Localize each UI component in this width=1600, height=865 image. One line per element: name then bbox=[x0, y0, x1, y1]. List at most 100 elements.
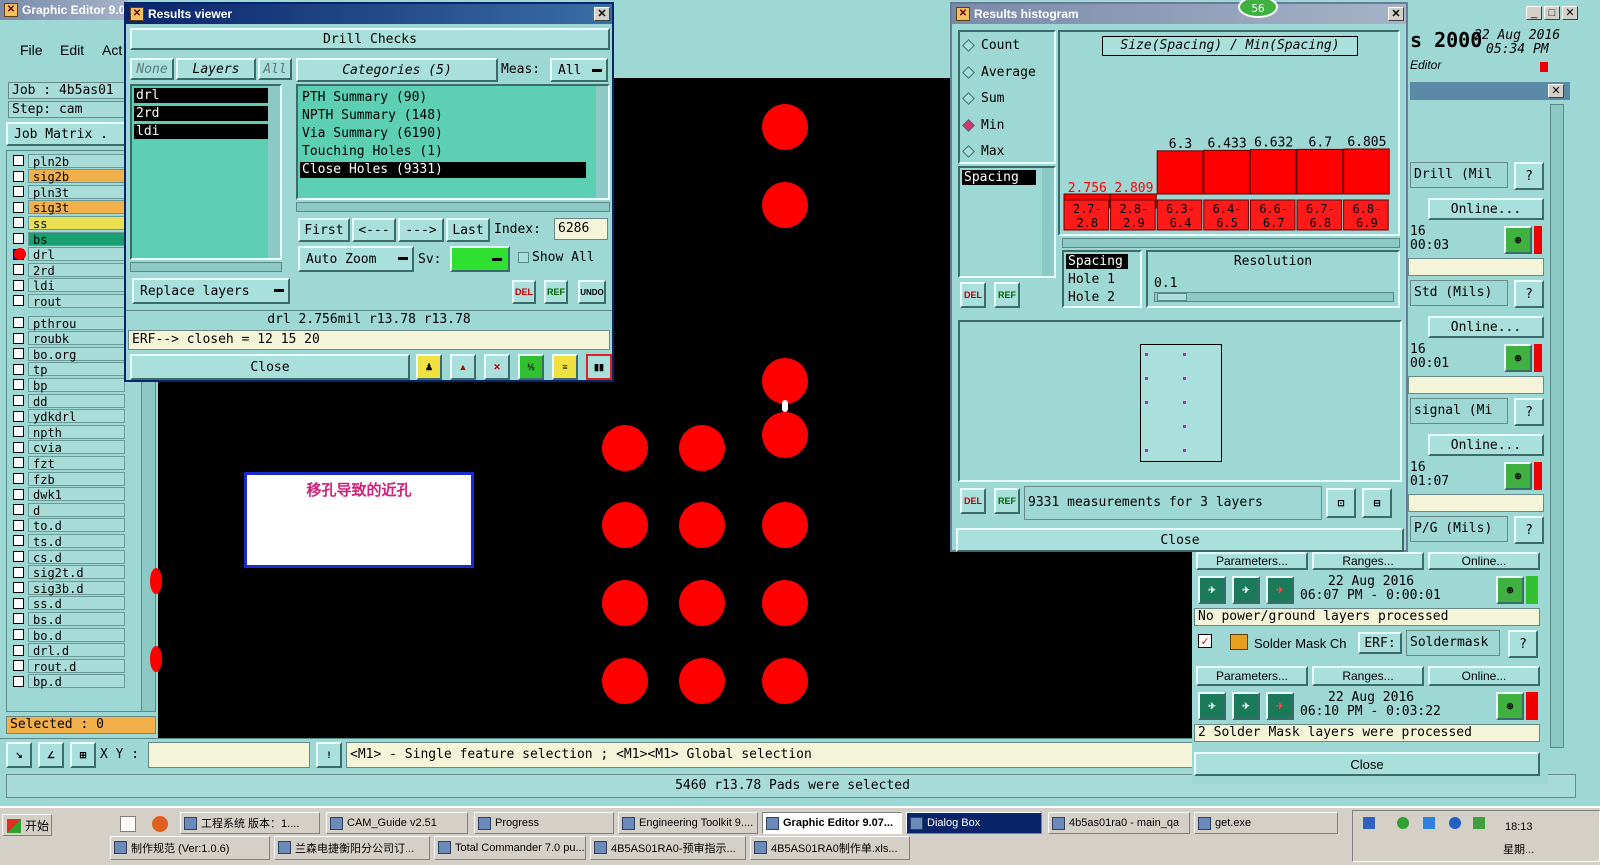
task-item[interactable]: CAM_Guide v2.51 bbox=[326, 812, 468, 834]
ref-icon[interactable]: REF bbox=[994, 282, 1020, 308]
layer-name[interactable]: ts.d bbox=[28, 533, 125, 549]
parameters-button[interactable]: Parameters... bbox=[1196, 666, 1308, 686]
layer-name[interactable]: ldi bbox=[28, 278, 125, 293]
layer-row[interactable]: rout.d bbox=[9, 658, 125, 674]
start-button[interactable]: 开始 bbox=[2, 814, 52, 836]
layer-name[interactable]: to.d bbox=[28, 518, 125, 533]
layer-checkbox[interactable] bbox=[13, 473, 24, 484]
category-item[interactable]: PTH Summary (90) bbox=[300, 90, 586, 106]
category-item[interactable]: Close Holes (9331) bbox=[300, 162, 586, 178]
zoom-to-icon[interactable]: ⊡ bbox=[1326, 488, 1356, 518]
task-item-active[interactable]: Graphic Editor 9.07... bbox=[762, 812, 902, 834]
histogram-bar[interactable] bbox=[1249, 149, 1297, 195]
layer-name[interactable]: bs bbox=[28, 231, 125, 247]
grid-tool-icon[interactable]: ⊞ bbox=[70, 742, 96, 768]
histogram-bar[interactable] bbox=[1156, 150, 1204, 195]
layer-name[interactable]: sig3b.d bbox=[28, 580, 125, 596]
layer-checkbox[interactable] bbox=[13, 410, 24, 422]
meas-dropdown[interactable]: All bbox=[550, 58, 608, 82]
drill-hole[interactable] bbox=[762, 412, 808, 458]
layer-name[interactable]: tp bbox=[28, 362, 125, 377]
zoom-icon[interactable]: ⊕ bbox=[1496, 692, 1524, 720]
close-icon[interactable]: ✕ bbox=[594, 7, 610, 21]
layer-row[interactable]: drl.d bbox=[9, 643, 125, 658]
layer-name[interactable]: bs.d bbox=[28, 611, 125, 627]
mode-radio-sum[interactable]: Sum bbox=[962, 91, 1004, 106]
layer-checkbox[interactable] bbox=[13, 566, 24, 578]
layer-name[interactable]: npth bbox=[28, 424, 125, 440]
layer-checkbox[interactable] bbox=[13, 597, 24, 609]
layer-row[interactable]: ss.d bbox=[9, 596, 125, 611]
ranges-button[interactable]: Ranges... bbox=[1312, 552, 1424, 570]
layer-checkbox[interactable] bbox=[13, 201, 24, 213]
layer-row[interactable]: ldi bbox=[9, 278, 125, 293]
menu-file[interactable]: File bbox=[20, 42, 43, 58]
filter-layers-button[interactable]: Layers bbox=[176, 58, 256, 80]
layer-row[interactable]: bo.d bbox=[9, 627, 125, 643]
run-all-icon[interactable]: ✈ bbox=[1232, 692, 1260, 720]
layer-name[interactable]: sig2b bbox=[28, 169, 125, 184]
tray-icon[interactable] bbox=[1363, 817, 1375, 829]
drill-hole[interactable] bbox=[602, 580, 648, 626]
layer-checkbox[interactable] bbox=[13, 264, 24, 276]
layer-checkbox[interactable] bbox=[13, 279, 24, 291]
mode-radio-max[interactable]: Max bbox=[962, 144, 1004, 159]
layer-checkbox[interactable] bbox=[13, 582, 24, 594]
filter-all-button[interactable]: All bbox=[258, 58, 292, 80]
task-item[interactable]: 4B5AS01RA0-预审指示... bbox=[590, 836, 746, 860]
layer-checkbox[interactable] bbox=[13, 457, 24, 469]
alert-icon[interactable]: ! bbox=[316, 742, 342, 768]
task-item[interactable]: 4b5as01ra0 - main_qa bbox=[1048, 812, 1190, 834]
next-button[interactable]: ---> bbox=[398, 218, 444, 242]
layer-name[interactable]: ss bbox=[28, 215, 125, 231]
prev-button[interactable]: <--- bbox=[352, 218, 396, 242]
auto-zoom-dropdown[interactable]: Auto Zoom bbox=[298, 246, 414, 272]
task-item[interactable]: 兰森电捷衡阳分公司订... bbox=[274, 836, 430, 860]
layer-checkbox[interactable] bbox=[13, 217, 24, 229]
layer-row[interactable]: npth bbox=[9, 424, 125, 440]
last-button[interactable]: Last bbox=[446, 218, 490, 242]
drill-hole[interactable] bbox=[762, 502, 808, 548]
close-icon[interactable]: ✕ bbox=[1388, 7, 1404, 21]
zoom-out-icon[interactable]: ⊟ bbox=[1362, 488, 1392, 518]
measure-tool-icon[interactable]: ∠ bbox=[38, 742, 64, 768]
layer-name[interactable]: sig3t bbox=[28, 200, 125, 215]
resolution-slider-thumb[interactable] bbox=[1157, 293, 1187, 301]
maximize-icon[interactable]: □ bbox=[1544, 6, 1560, 20]
sm-checkbox[interactable]: ✓ bbox=[1198, 634, 1212, 648]
layer-row[interactable]: to.d bbox=[9, 518, 125, 533]
layer-name[interactable]: cs.d bbox=[28, 549, 125, 565]
measure-list-scrollbar[interactable] bbox=[1042, 168, 1054, 276]
layer-name[interactable]: drl.d bbox=[28, 643, 125, 658]
task-item[interactable]: Dialog Box bbox=[906, 812, 1042, 834]
help-icon[interactable]: ? bbox=[1514, 280, 1544, 308]
layer-checkbox[interactable] bbox=[13, 348, 24, 360]
drill-hole[interactable] bbox=[762, 658, 808, 704]
layer-name[interactable]: bo.d bbox=[28, 627, 125, 643]
tray-icon[interactable] bbox=[1423, 817, 1435, 829]
layer-name[interactable]: pthrou bbox=[28, 315, 125, 331]
layer-row[interactable]: 2rd bbox=[9, 262, 125, 278]
measure-list[interactable]: Spacing bbox=[958, 166, 1056, 278]
task-item[interactable]: get.exe bbox=[1194, 812, 1338, 834]
layer-row[interactable]: fzt bbox=[9, 455, 125, 471]
mode-radio-min[interactable]: Min bbox=[962, 118, 1004, 133]
layer-checkbox[interactable] bbox=[13, 155, 24, 166]
layer-row[interactable]: sig2t.d bbox=[9, 565, 125, 580]
layer-checkbox[interactable] bbox=[13, 613, 24, 625]
layer-checkbox[interactable] bbox=[13, 363, 24, 375]
online-button[interactable]: Online... bbox=[1428, 552, 1540, 570]
chart-hscroll[interactable] bbox=[1062, 238, 1400, 248]
layer-name[interactable]: bp bbox=[28, 377, 125, 393]
layer-name[interactable]: bo.org bbox=[28, 346, 125, 362]
layer-row[interactable]: ts.d bbox=[9, 533, 125, 549]
task-item[interactable]: Engineering Toolkit 9.... bbox=[618, 812, 758, 834]
layer-checkbox[interactable] bbox=[13, 332, 24, 344]
layer-row[interactable]: sig2b bbox=[9, 169, 125, 184]
drill-hole[interactable] bbox=[679, 502, 725, 548]
histogram-icon[interactable]: ▮▮ bbox=[586, 354, 612, 380]
task-item[interactable]: 4B5AS01RA0制作单.xls... bbox=[750, 836, 910, 860]
help-icon[interactable]: ? bbox=[1514, 398, 1544, 426]
drill-hole[interactable] bbox=[602, 425, 648, 471]
drill-hole[interactable] bbox=[679, 425, 725, 471]
